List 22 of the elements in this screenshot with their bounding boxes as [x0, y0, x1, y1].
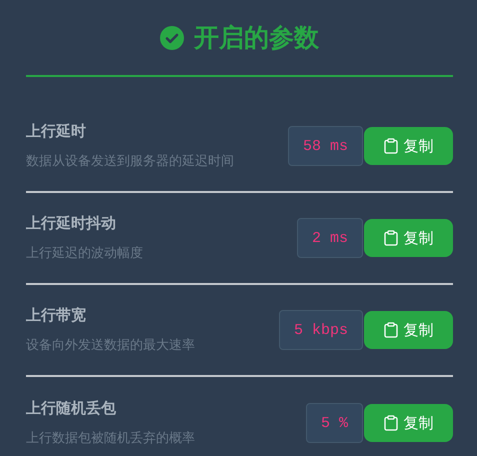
clipboard-icon	[384, 322, 398, 338]
check-circle-icon	[160, 26, 184, 50]
copy-button[interactable]: 复制	[364, 127, 453, 165]
param-value: 2 ms	[296, 218, 363, 258]
param-name: 上行随机丢包	[26, 399, 117, 418]
param-value: 5 kbps	[278, 310, 363, 350]
param-description: 数据从设备发送到服务器的延迟时间	[26, 153, 235, 170]
param-description: 设备向外发送数据的最大速率	[26, 337, 196, 354]
param-value: 58 ms	[288, 126, 363, 166]
copy-button[interactable]: 复制	[364, 219, 453, 257]
param-description: 上行延迟的波动幅度	[26, 245, 144, 262]
param-description: 上行数据包被随机丢弃的概率	[26, 430, 196, 447]
clipboard-icon	[384, 415, 398, 431]
param-name: 上行延时抖动	[26, 214, 117, 233]
param-value: 5 %	[306, 403, 363, 443]
copy-button[interactable]: 复制	[364, 404, 453, 442]
param-name: 上行延时	[26, 122, 87, 141]
page-title: 开启的参数	[194, 22, 319, 54]
clipboard-icon	[384, 230, 398, 246]
clipboard-icon	[384, 138, 398, 154]
param-name: 上行带宽	[26, 306, 87, 325]
copy-button[interactable]: 复制	[364, 311, 453, 349]
